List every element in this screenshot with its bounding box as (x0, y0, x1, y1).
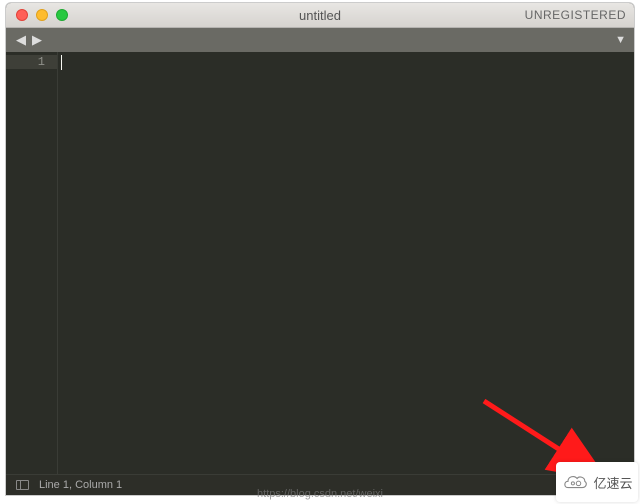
text-editor[interactable] (58, 52, 634, 474)
nav-forward-icon[interactable]: ▶ (30, 32, 44, 48)
panel-switcher-icon[interactable] (16, 480, 29, 490)
window-controls (16, 9, 68, 21)
cloud-icon (561, 473, 589, 491)
line-gutter: 1 (6, 52, 58, 474)
text-cursor (61, 55, 62, 70)
titlebar: untitled UNREGISTERED (6, 3, 634, 28)
watermark-logo-text: 亿速云 (593, 473, 632, 492)
registration-label: UNREGISTERED (525, 8, 626, 22)
tab-bar: ◀ ▶ ▼ (6, 28, 634, 52)
tab-dropdown-icon[interactable]: ▼ (615, 34, 626, 46)
status-bar: Line 1, Column 1 Tab Size: 4 (6, 474, 634, 495)
editor-area: 1 (6, 52, 634, 474)
nav-back-icon[interactable]: ◀ (14, 32, 28, 48)
line-number: 1 (6, 55, 57, 69)
minimize-window-button[interactable] (36, 9, 48, 21)
editor-window: untitled UNREGISTERED ◀ ▶ ▼ 1 Line 1, Co… (5, 2, 635, 496)
cursor-position-label[interactable]: Line 1, Column 1 (39, 479, 122, 491)
watermark-logo: 亿速云 (556, 462, 638, 502)
maximize-window-button[interactable] (56, 9, 68, 21)
close-window-button[interactable] (16, 9, 28, 21)
